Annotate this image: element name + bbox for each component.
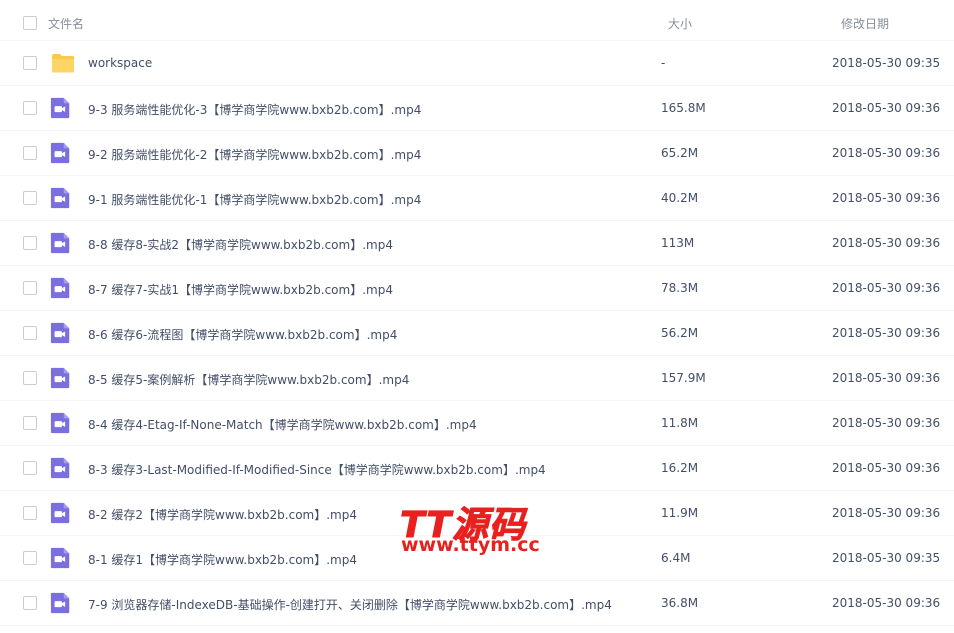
file-size: 11.8M <box>661 416 699 430</box>
file-date: 2018-05-30 09:36 <box>832 146 941 160</box>
file-row[interactable]: 8-8 缓存8-实战2【博学商学院www.bxb2b.com】.mp4 113M 2… <box>0 221 954 266</box>
video-icon <box>50 591 74 615</box>
row-checkbox[interactable] <box>23 416 37 430</box>
row-checkbox[interactable] <box>23 461 37 475</box>
column-header-name[interactable]: 文件名 <box>48 15 84 32</box>
video-icon <box>50 366 74 390</box>
row-checkbox[interactable] <box>23 371 37 385</box>
file-date: 2018-05-30 09:36 <box>832 326 941 340</box>
row-checkbox[interactable] <box>23 551 37 565</box>
file-size: 165.8M <box>661 101 706 115</box>
row-checkbox[interactable] <box>23 326 37 340</box>
file-name[interactable]: 9-1 服务端性能优化-1【博学商学院www.bxb2b.com】.mp4 <box>88 191 421 208</box>
row-checkbox[interactable] <box>23 596 37 610</box>
file-size: 113M <box>661 236 695 250</box>
file-date: 2018-05-30 09:36 <box>832 191 941 205</box>
file-row[interactable]: 7-9 浏览器存储-IndexeDB-基础操作-创建打开、关闭删除【博学商学院w… <box>0 581 954 626</box>
file-date: 2018-05-30 09:36 <box>832 596 941 610</box>
file-name[interactable]: 8-4 缓存4-Etag-If-None-Match【博学商学院www.bxb2… <box>88 416 477 433</box>
row-checkbox[interactable] <box>23 236 37 250</box>
column-header-size[interactable]: 大小 <box>668 15 692 32</box>
file-date: 2018-05-30 09:36 <box>832 281 941 295</box>
file-row[interactable]: workspace - 2018-05-30 09:35 <box>0 41 954 86</box>
file-name[interactable]: 8-3 缓存3-Last-Modified-If-Modified-Since【… <box>88 461 546 478</box>
file-name[interactable]: 9-3 服务端性能优化-3【博学商学院www.bxb2b.com】.mp4 <box>88 101 421 118</box>
file-row[interactable]: 9-3 服务端性能优化-3【博学商学院www.bxb2b.com】.mp4 165… <box>0 86 954 131</box>
list-header: 文件名 大小 修改日期 <box>0 0 954 41</box>
video-icon <box>50 186 74 210</box>
file-date: 2018-05-30 09:36 <box>832 416 941 430</box>
file-row[interactable]: 8-5 缓存5-案例解析【博学商学院www.bxb2b.com】.mp4 157.… <box>0 356 954 401</box>
file-name[interactable]: 8-1 缓存1【博学商学院www.bxb2b.com】.mp4 <box>88 551 357 568</box>
file-size: 157.9M <box>661 371 706 385</box>
file-size: - <box>661 56 666 70</box>
file-size: 36.8M <box>661 596 699 610</box>
select-all-checkbox[interactable] <box>23 16 37 30</box>
row-checkbox[interactable] <box>23 506 37 520</box>
row-checkbox[interactable] <box>23 146 37 160</box>
watermark: TT源码 www.ttym.cc <box>400 496 550 560</box>
row-checkbox[interactable] <box>23 101 37 115</box>
file-row[interactable]: 8-6 缓存6-流程图【博学商学院www.bxb2b.com】.mp4 56.2M… <box>0 311 954 356</box>
row-checkbox[interactable] <box>23 281 37 295</box>
file-size: 11.9M <box>661 506 699 520</box>
video-icon <box>50 141 74 165</box>
video-icon <box>50 501 74 525</box>
file-name[interactable]: 7-9 浏览器存储-IndexeDB-基础操作-创建打开、关闭删除【博学商学院w… <box>88 596 612 613</box>
file-size: 6.4M <box>661 551 691 565</box>
video-icon <box>50 321 74 345</box>
video-icon <box>50 546 74 570</box>
file-size: 78.3M <box>661 281 699 295</box>
file-name[interactable]: workspace <box>88 56 152 70</box>
video-icon <box>50 231 74 255</box>
row-checkbox[interactable] <box>23 191 37 205</box>
file-name[interactable]: 8-8 缓存8-实战2【博学商学院www.bxb2b.com】.mp4 <box>88 236 393 253</box>
file-date: 2018-05-30 09:35 <box>832 551 941 565</box>
file-name[interactable]: 9-2 服务端性能优化-2【博学商学院www.bxb2b.com】.mp4 <box>88 146 421 163</box>
file-row[interactable]: 9-1 服务端性能优化-1【博学商学院www.bxb2b.com】.mp4 40.… <box>0 176 954 221</box>
file-row[interactable]: 9-2 服务端性能优化-2【博学商学院www.bxb2b.com】.mp4 65.… <box>0 131 954 176</box>
file-size: 65.2M <box>661 146 699 160</box>
watermark-url: www.ttym.cc <box>401 534 540 556</box>
video-icon <box>50 411 74 435</box>
file-size: 16.2M <box>661 461 699 475</box>
video-icon <box>50 276 74 300</box>
file-date: 2018-05-30 09:35 <box>832 56 941 70</box>
file-name[interactable]: 8-6 缓存6-流程图【博学商学院www.bxb2b.com】.mp4 <box>88 326 397 343</box>
file-name[interactable]: 8-5 缓存5-案例解析【博学商学院www.bxb2b.com】.mp4 <box>88 371 409 388</box>
file-date: 2018-05-30 09:36 <box>832 461 941 475</box>
column-header-date[interactable]: 修改日期 <box>841 15 889 32</box>
file-size: 40.2M <box>661 191 699 205</box>
video-icon <box>50 96 74 120</box>
folder-icon <box>50 51 74 75</box>
file-name[interactable]: 8-2 缓存2【博学商学院www.bxb2b.com】.mp4 <box>88 506 357 523</box>
file-name[interactable]: 8-7 缓存7-实战1【博学商学院www.bxb2b.com】.mp4 <box>88 281 393 298</box>
file-date: 2018-05-30 09:36 <box>832 506 941 520</box>
file-row[interactable]: 8-4 缓存4-Etag-If-None-Match【博学商学院www.bxb2… <box>0 401 954 446</box>
file-date: 2018-05-30 09:36 <box>832 371 941 385</box>
file-date: 2018-05-30 09:36 <box>832 101 941 115</box>
row-checkbox[interactable] <box>23 56 37 70</box>
file-row[interactable]: 8-3 缓存3-Last-Modified-If-Modified-Since【… <box>0 446 954 491</box>
video-icon <box>50 456 74 480</box>
file-row[interactable]: 8-7 缓存7-实战1【博学商学院www.bxb2b.com】.mp4 78.3M… <box>0 266 954 311</box>
file-size: 56.2M <box>661 326 699 340</box>
file-date: 2018-05-30 09:36 <box>832 236 941 250</box>
